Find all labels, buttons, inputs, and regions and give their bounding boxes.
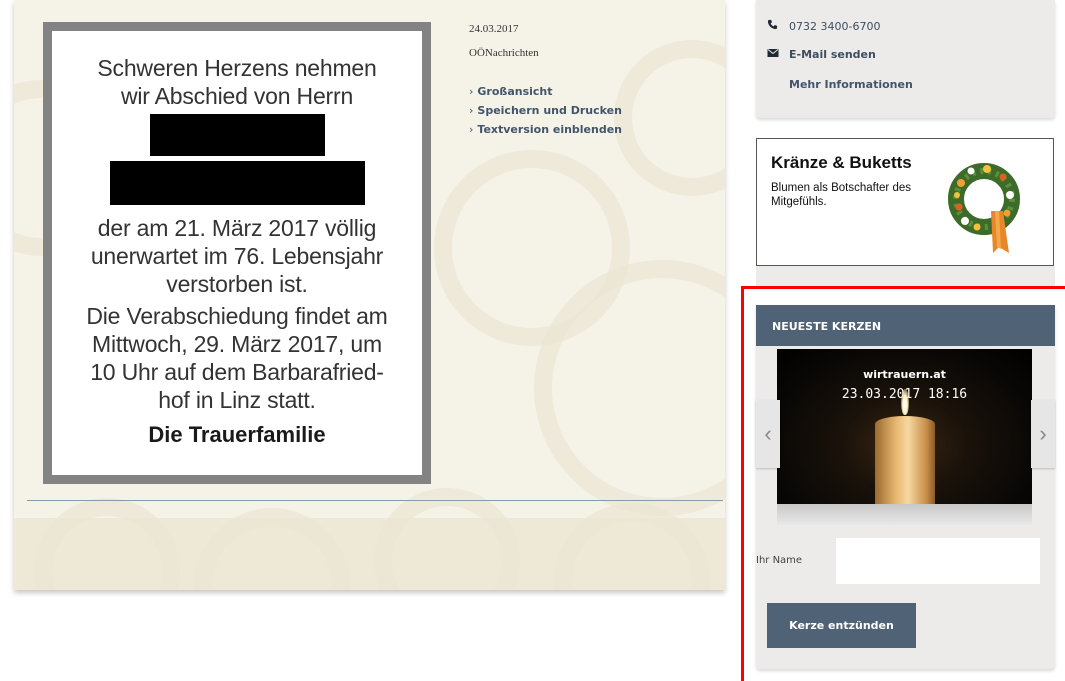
text-version-link[interactable]: › Textversion einblenden: [469, 120, 622, 139]
candle-site-watermark: wirtrauern.at: [863, 368, 946, 381]
text-version-link-label: Textversion einblenden: [477, 123, 623, 136]
latest-candles-widget: NEUESTE KERZEN wirtrauern.at 23.03.2017 …: [756, 305, 1055, 669]
save-print-link-label: Speichern und Drucken: [477, 104, 622, 117]
background-ornament: [374, 488, 520, 590]
chevron-right-icon: ›: [469, 85, 474, 98]
redacted-name: [149, 114, 325, 156]
name-input[interactable]: [836, 538, 1040, 584]
candle-flame: [901, 389, 909, 415]
notice-signature: Die Trauerfamilie: [148, 422, 326, 447]
latest-candles-header: NEUESTE KERZEN: [756, 305, 1055, 346]
candle-image: wirtrauern.at 23.03.2017 18:16: [777, 349, 1032, 504]
chevron-right-icon: ›: [1039, 421, 1047, 446]
fullsize-link[interactable]: › Großansicht: [469, 82, 622, 101]
notice-text-line: wir Abschied von Herrn: [120, 83, 354, 109]
candle-body: [875, 416, 935, 504]
publish-date: 24.03.2017: [469, 23, 519, 35]
obituary-meta: 24.03.2017 OÖNachrichten › Großansicht › S…: [469, 23, 622, 139]
background-ornament: [614, 40, 725, 196]
notice-text-line: Die Verabschiedung findet am: [86, 303, 388, 329]
obituary-actions: › Großansicht › Speichern und Drucken › Tex…: [469, 82, 622, 139]
chevron-right-icon: ›: [469, 104, 474, 117]
contact-phone: 0732 3400-6700: [767, 19, 880, 33]
wreath-ad-banner[interactable]: Kränze & Buketts Blumen als Botschafter …: [756, 138, 1054, 266]
sidebar-spacer: [756, 266, 1055, 286]
fullsize-link-label: Großansicht: [477, 85, 553, 98]
chevron-left-icon: ‹: [764, 421, 772, 446]
notice-text-line: unerwartet im 76. Lebensjahr: [90, 243, 384, 269]
background-ornament: [554, 503, 710, 590]
chevron-right-icon: ›: [469, 123, 474, 136]
divider: [27, 500, 723, 501]
candle-image-footer: [777, 504, 1032, 525]
redacted-name: [109, 161, 365, 205]
ad-title: Kränze & Buketts: [771, 153, 912, 172]
email-link-label: E-Mail senden: [789, 48, 876, 61]
wreath-image: [948, 163, 1020, 253]
contact-email[interactable]: E-Mail senden: [767, 48, 876, 61]
notice-text-line: hof in Linz statt.: [158, 387, 316, 413]
notice-text-line: Mittwoch, 29. März 2017, um: [92, 331, 382, 357]
obituary-notice: Schweren Herzens nehmen wir Abschied von…: [43, 22, 431, 484]
notice-text-line: Schweren Herzens nehmen: [97, 55, 377, 81]
phone-icon: [767, 19, 781, 33]
ad-text: Blumen als Botschafter des Mitgefühls.: [771, 182, 911, 208]
background-ornament: [194, 508, 350, 590]
next-candle-button[interactable]: ›: [1031, 400, 1055, 468]
mail-icon: [767, 48, 781, 61]
card-footer-band: [14, 488, 725, 590]
notice-text-line: 10 Uhr auf dem Barbarafried-: [90, 359, 384, 385]
publication-source: OÖNachrichten: [469, 47, 539, 59]
save-print-link[interactable]: › Speichern und Drucken: [469, 101, 622, 120]
previous-candle-button[interactable]: ‹: [756, 400, 780, 468]
contact-box: 0732 3400-6700 E-Mail senden Mehr Inform…: [756, 0, 1055, 118]
background-ornament: [34, 498, 180, 590]
notice-text-line: der am 21. März 2017 völlig: [97, 215, 377, 241]
more-info-link[interactable]: Mehr Informationen: [789, 78, 913, 91]
light-candle-button[interactable]: Kerze entzünden: [767, 603, 916, 648]
phone-number[interactable]: 0732 3400-6700: [789, 20, 880, 33]
name-label: Ihr Name: [756, 555, 803, 566]
notice-text-line: verstorben ist.: [166, 271, 308, 297]
